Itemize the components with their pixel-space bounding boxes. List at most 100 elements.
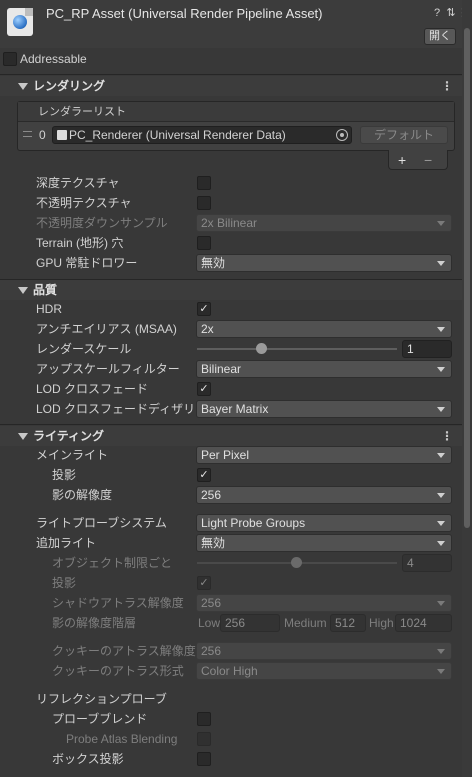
tier-high-label: High	[369, 616, 394, 630]
cookie-atlas-resolution-dropdown[interactable]: 256	[196, 642, 452, 660]
opaque-downsampling-dropdown[interactable]: 2x Bilinear	[196, 214, 452, 232]
cookie-atlas-resolution-label: クッキーのアトラス解像度	[52, 644, 196, 658]
render-scale-slider-thumb[interactable]	[256, 343, 267, 354]
fold-down-icon[interactable]	[18, 83, 28, 90]
per-object-limit-input[interactable]: 4	[402, 554, 452, 572]
chevron-down-icon	[437, 367, 445, 372]
scrollbar-thumb[interactable]	[464, 28, 470, 528]
tier-high-input[interactable]: 1024	[395, 614, 452, 632]
addressable-checkbox[interactable]	[3, 52, 17, 66]
probe-atlas-blending-label: Probe Atlas Blending	[66, 732, 178, 746]
shadow-atlas-resolution-dropdown[interactable]: 256	[196, 594, 452, 612]
light-probe-system-dropdown[interactable]: Light Probe Groups	[196, 514, 452, 532]
lod-cross-fade-checkbox[interactable]: ✓	[197, 382, 211, 396]
tier-low-label: Low	[198, 616, 221, 630]
hdr-checkbox[interactable]: ✓	[197, 302, 211, 316]
lighting-title: ライティング	[33, 429, 105, 443]
chevron-down-icon	[437, 407, 445, 412]
shadow-atlas-resolution-label: シャドウアトラス解像度	[52, 596, 184, 610]
probe-atlas-blending-checkbox[interactable]	[197, 732, 211, 746]
help-icon[interactable]: ?	[430, 6, 444, 20]
tier-medium-input[interactable]: 512	[330, 614, 366, 632]
rendering-title: レンダリング	[33, 79, 106, 93]
add-renderer-button[interactable]: +	[398, 152, 406, 168]
object-picker-icon[interactable]	[336, 129, 348, 141]
msaa-label: アンチエイリアス (MSAA)	[36, 322, 177, 336]
urp-asset-icon	[7, 8, 33, 36]
terrain-holes-label: Terrain (地形) 穴	[36, 236, 124, 250]
chevron-down-icon	[437, 541, 445, 546]
remove-renderer-button[interactable]: −	[424, 152, 432, 168]
opaque-downsampling-label: 不透明度ダウンサンプル	[36, 216, 168, 230]
main-light-dropdown[interactable]: Per Pixel	[196, 446, 452, 464]
shadow-resolution-dropdown[interactable]: 256	[196, 486, 452, 504]
opaque-texture-checkbox[interactable]	[197, 196, 211, 210]
render-scale-slider-track[interactable]	[197, 348, 397, 350]
chevron-down-icon	[437, 649, 445, 654]
additional-lights-label: 追加ライト	[36, 536, 97, 550]
chevron-down-icon	[437, 601, 445, 606]
list-add-remove	[388, 150, 448, 170]
divider	[0, 74, 462, 75]
upscaling-filter-dropdown[interactable]: Bilinear	[196, 360, 452, 378]
terrain-holes-checkbox[interactable]	[197, 236, 211, 250]
chevron-down-icon	[437, 261, 445, 266]
additional-cast-shadows-checkbox[interactable]: ✓	[197, 576, 211, 590]
renderer-object-field[interactable]: PC_Renderer (Universal Renderer Data)	[52, 126, 352, 144]
addressable-label: Addressable	[20, 52, 87, 66]
depth-texture-label: 深度テクスチャ	[36, 176, 120, 190]
chevron-down-icon	[437, 669, 445, 674]
per-object-limit-slider-thumb[interactable]	[291, 557, 302, 568]
renderer-index: 0	[39, 128, 46, 142]
renderer-list-label: レンダラーリスト	[38, 106, 126, 118]
chevron-down-icon	[437, 453, 445, 458]
shadow-resolution-label: 影の解像度	[52, 488, 113, 502]
lod-dither-label-clip: LOD クロスフェードディザリングタイプ	[36, 401, 194, 417]
drag-handle-icon[interactable]	[23, 131, 32, 137]
per-object-limit-label: オブジェクト制限ごと	[52, 556, 173, 570]
set-default-button[interactable]: デフォルト	[360, 126, 448, 144]
renderer-name: PC_Renderer (Universal Renderer Data)	[69, 128, 286, 142]
box-projection-label: ボックス投影	[52, 752, 124, 766]
chevron-down-icon	[437, 521, 445, 526]
renderer-asset-icon	[57, 130, 67, 140]
render-scale-input[interactable]: 1	[402, 340, 452, 358]
chevron-down-icon	[437, 327, 445, 332]
lod-cross-fade-label: LOD クロスフェード	[36, 382, 149, 396]
msaa-dropdown[interactable]: 2x	[196, 320, 452, 338]
quality-title: 品質	[33, 283, 58, 297]
shadow-tiers-label: 影の解像度階層	[52, 616, 137, 630]
open-button[interactable]: 開く	[424, 28, 456, 45]
gpu-resident-drawer-label: GPU 常駐ドロワー	[36, 256, 138, 270]
main-light-label: メインライト	[36, 448, 109, 462]
additional-cast-shadows-label: 投影	[52, 576, 77, 590]
probe-blending-label: プローブブレンド	[52, 712, 148, 726]
lod-dither-label: LOD クロスフェードディザリングタイプ	[36, 402, 194, 416]
upscaling-filter-label: アップスケールフィルター	[36, 362, 180, 376]
cast-shadows-label: 投影	[52, 468, 77, 482]
divider	[0, 424, 462, 425]
presets-icon[interactable]: ⇅	[444, 6, 458, 20]
fold-down-icon[interactable]	[18, 287, 28, 294]
section-menu-icon[interactable]: ⋮	[441, 429, 453, 443]
probe-blending-checkbox[interactable]	[197, 712, 211, 726]
opaque-texture-label: 不透明テクスチャ	[36, 196, 132, 210]
lod-dither-dropdown[interactable]: Bayer Matrix	[196, 400, 452, 418]
reflection-probes-label: リフレクションプローブ	[36, 692, 167, 706]
cookie-atlas-format-label: クッキーのアトラス形式	[52, 664, 184, 678]
depth-texture-checkbox[interactable]	[197, 176, 211, 190]
cookie-atlas-format-dropdown[interactable]: Color High	[196, 662, 452, 680]
section-menu-icon[interactable]: ⋮	[441, 79, 453, 93]
chevron-down-icon	[437, 221, 445, 226]
tier-medium-label: Medium	[284, 616, 327, 630]
additional-lights-dropdown[interactable]: 無効	[196, 534, 452, 552]
chevron-down-icon	[437, 493, 445, 498]
fold-down-icon[interactable]	[18, 433, 28, 440]
tier-low-input[interactable]: 256	[220, 614, 280, 632]
hdr-label: HDR	[36, 302, 62, 316]
light-probe-system-label: ライトプローブシステム	[36, 516, 167, 530]
box-projection-checkbox[interactable]	[197, 752, 211, 766]
quality-section-header[interactable]	[0, 280, 462, 300]
cast-shadows-checkbox[interactable]: ✓	[197, 468, 211, 482]
gpu-resident-drawer-dropdown[interactable]: 無効	[196, 254, 452, 272]
